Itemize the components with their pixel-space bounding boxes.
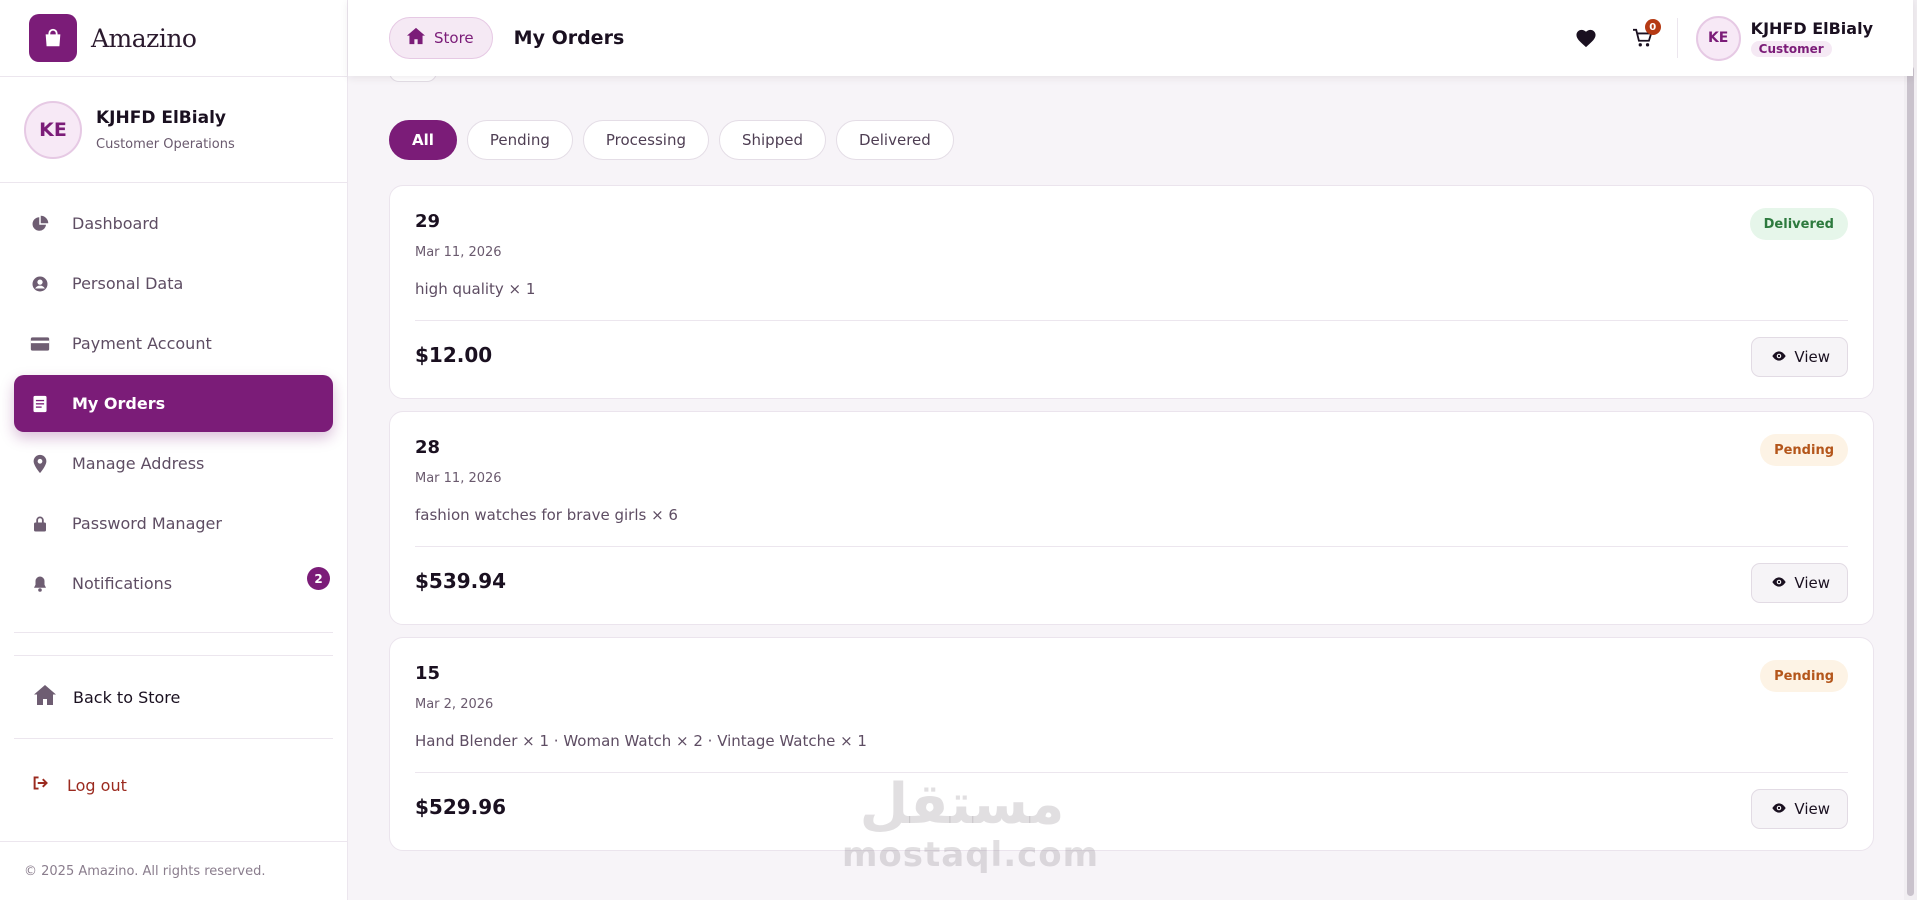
scrollbar[interactable] <box>1904 0 1917 900</box>
cart-icon[interactable]: 0 <box>1629 19 1661 52</box>
sidebar-item-payment-account[interactable]: Payment Account <box>14 315 333 372</box>
logout-button[interactable]: Log out <box>0 739 347 831</box>
divider <box>415 546 1848 547</box>
status-badge: Delivered <box>1749 208 1848 240</box>
sidebar-item-password-manager[interactable]: Password Manager <box>14 495 333 552</box>
view-button-label: View <box>1794 348 1830 366</box>
status-filter-tabs: All Pending Processing Shipped Delivered <box>389 120 964 160</box>
heart-icon[interactable] <box>1572 24 1600 52</box>
sidebar-item-manage-address[interactable]: Manage Address <box>14 435 333 492</box>
view-button-label: View <box>1794 800 1830 818</box>
map-pin-icon <box>30 454 50 474</box>
profile-name: KJHFD ElBialy <box>96 107 226 128</box>
sidebar-item-label: My Orders <box>72 394 166 413</box>
store-button-label: Store <box>434 29 474 47</box>
sidebar-item-label: Manage Address <box>72 454 205 473</box>
order-card: 15 Mar 2, 2026 Hand Blender × 1 · Woman … <box>389 637 1874 851</box>
divider <box>14 632 333 633</box>
user-role-badge: Customer <box>1750 41 1832 57</box>
avatar: KE <box>24 100 82 159</box>
divider <box>415 320 1848 321</box>
filter-pending[interactable]: Pending <box>466 120 573 160</box>
eye-icon <box>1771 574 1787 592</box>
sidebar: Amazino KE KJHFD ElBialy Customer Operat… <box>0 0 348 900</box>
user-circle-icon <box>30 274 50 294</box>
logout-icon <box>31 774 51 796</box>
order-id: 15 <box>415 663 441 684</box>
sidebar-item-label: Notifications <box>72 574 173 593</box>
home-icon <box>33 684 57 710</box>
credit-card-icon <box>30 334 50 354</box>
view-order-button[interactable]: View <box>1751 337 1848 377</box>
profile-card: KE KJHFD ElBialy Customer Operations <box>0 77 347 183</box>
sidebar-item-notifications[interactable]: Notifications 2 <box>14 555 333 612</box>
sidebar-item-my-orders[interactable]: My Orders <box>14 375 333 432</box>
scrollbar-thumb[interactable] <box>1907 66 1914 896</box>
filter-shipped[interactable]: Shipped <box>718 120 826 160</box>
notification-badge: 2 <box>307 567 330 590</box>
top-header: Store My Orders 0 KE KJHFD ElBialy Custo… <box>348 0 1913 76</box>
order-total: $12.00 <box>415 343 493 367</box>
sidebar-nav: Dashboard Personal Data Payment Account … <box>0 183 347 612</box>
page-title: My Orders <box>513 27 625 49</box>
sidebar-item-label: Personal Data <box>72 274 184 293</box>
user-info: KJHFD ElBialy Customer <box>1750 19 1873 57</box>
filter-processing[interactable]: Processing <box>582 120 709 160</box>
user-name: KJHFD ElBialy <box>1750 19 1873 38</box>
eye-icon <box>1771 348 1787 366</box>
lock-icon <box>30 514 50 534</box>
order-id: 29 <box>415 211 441 232</box>
brand[interactable]: Amazino <box>0 0 347 77</box>
copyright-text: © 2025 Amazino. All rights reserved. <box>24 863 266 879</box>
profile-role: Customer Operations <box>96 136 235 152</box>
view-order-button[interactable]: View <box>1751 563 1848 603</box>
sidebar-item-label: Password Manager <box>72 514 222 533</box>
eye-icon <box>1771 800 1787 818</box>
order-date: Mar 11, 2026 <box>415 245 502 260</box>
avatar[interactable]: KE <box>1695 15 1741 61</box>
bell-icon <box>30 574 50 594</box>
view-order-button[interactable]: View <box>1751 789 1848 829</box>
order-items: high quality × 1 <box>415 280 536 298</box>
filter-delivered[interactable]: Delivered <box>835 120 954 160</box>
order-items: fashion watches for brave girls × 6 <box>415 506 678 524</box>
order-id: 28 <box>415 437 441 458</box>
order-date: Mar 11, 2026 <box>415 471 502 486</box>
main-content: All Pending Processing Shipped Delivered… <box>389 0 1874 900</box>
back-to-store-label: Back to Store <box>73 687 181 707</box>
order-total: $539.94 <box>415 569 507 593</box>
filter-all[interactable]: All <box>389 120 457 160</box>
footer: © 2025 Amazino. All rights reserved. <box>0 841 348 900</box>
shopping-bag-icon <box>29 14 77 62</box>
sidebar-item-dashboard[interactable]: Dashboard <box>14 195 333 252</box>
pie-chart-icon <box>30 214 50 234</box>
home-icon <box>406 27 426 49</box>
status-badge: Pending <box>1760 660 1848 692</box>
order-card: 29 Mar 11, 2026 high quality × 1 $12.00 … <box>389 185 1874 399</box>
status-badge: Pending <box>1760 434 1848 466</box>
back-to-store-link[interactable]: Back to Store <box>0 656 347 738</box>
order-items: Hand Blender × 1 · Woman Watch × 2 · Vin… <box>415 732 867 750</box>
order-date: Mar 2, 2026 <box>415 697 494 712</box>
receipt-icon <box>30 394 50 414</box>
header-actions: 0 KE KJHFD ElBialy Customer <box>1572 0 1873 76</box>
store-button[interactable]: Store <box>389 17 493 59</box>
sidebar-item-personal-data[interactable]: Personal Data <box>14 255 333 312</box>
order-card: 28 Mar 11, 2026 fashion watches for brav… <box>389 411 1874 625</box>
view-button-label: View <box>1794 574 1830 592</box>
cart-count-badge: 0 <box>1644 19 1661 35</box>
divider <box>415 772 1848 773</box>
sidebar-item-label: Payment Account <box>72 334 212 353</box>
brand-name: Amazino <box>91 23 197 53</box>
logout-label: Log out <box>67 775 127 795</box>
sidebar-item-label: Dashboard <box>72 214 159 233</box>
order-total: $529.96 <box>415 795 507 819</box>
header-divider <box>1676 18 1678 58</box>
